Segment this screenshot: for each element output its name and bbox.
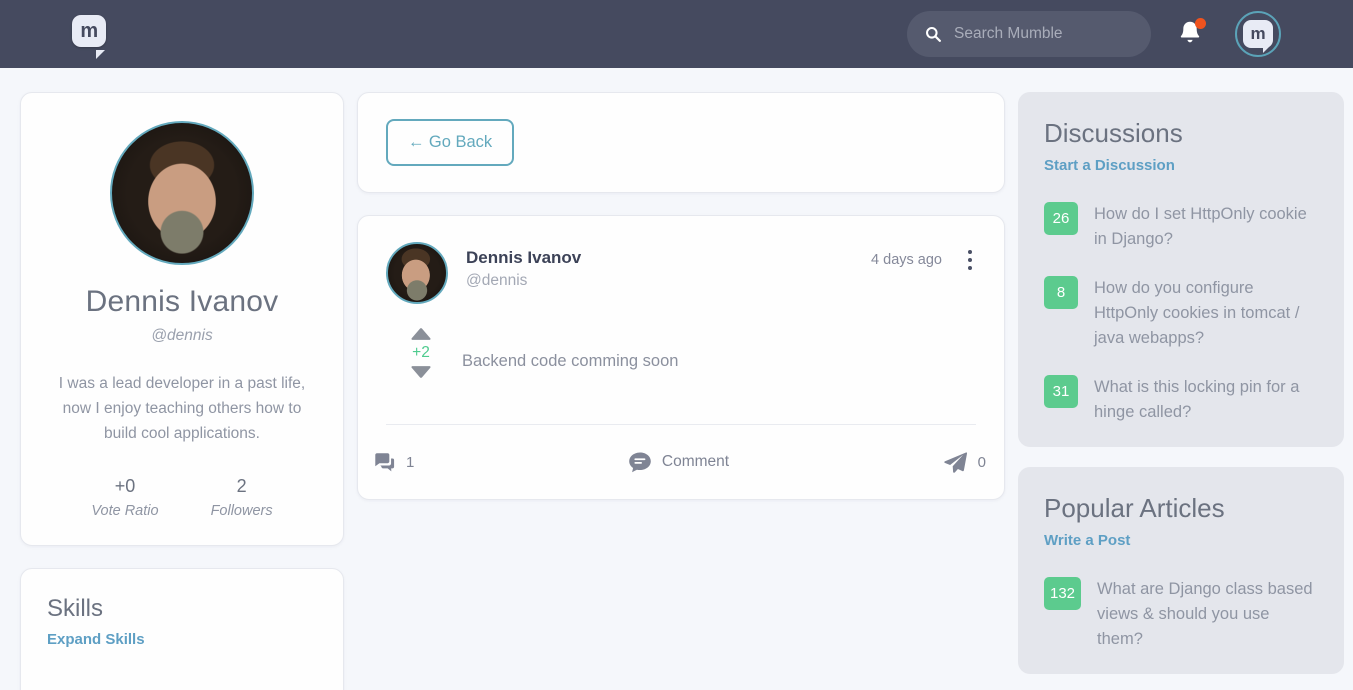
upvote-arrow-icon[interactable] [409, 326, 433, 340]
comments-icon [373, 453, 395, 472]
navbar-right-group: Search Mumble m [907, 0, 1353, 68]
comment-button[interactable]: Comment [628, 451, 729, 474]
left-sidebar: Dennis Ivanov @dennis I was a lead devel… [20, 92, 344, 690]
top-navbar: m Search Mumble m [0, 0, 1353, 68]
search-placeholder: Search Mumble [954, 25, 1063, 42]
post-text: Backend code comming soon [462, 352, 679, 370]
kebab-dot [968, 258, 972, 262]
go-back-card: ← Go Back [357, 92, 1005, 193]
expand-skills-link[interactable]: Expand Skills [47, 631, 317, 648]
comment-label: Comment [661, 453, 730, 470]
profile-bio: I was a lead developer in a past life, n… [58, 375, 306, 442]
mumble-logo-letter: m [72, 15, 106, 47]
post-timestamp: 4 days ago [871, 252, 942, 268]
popular-articles-list: 132 What are Django class based views & … [1044, 577, 1318, 652]
main-feed: ← Go Back Dennis Ivanov @dennis 4 days a… [357, 92, 1005, 500]
skills-title: Skills [47, 595, 104, 622]
search-icon [926, 26, 941, 42]
post-content: Dennis Ivanov @dennis 4 days ago +2 Back… [358, 216, 1004, 425]
stat-followers: 2 Followers [211, 476, 273, 519]
post-body: +2 Backend code comming soon [386, 326, 976, 380]
stat-vote-ratio-value: +0 [114, 476, 136, 496]
post-card: Dennis Ivanov @dennis 4 days ago +2 Back… [357, 215, 1005, 500]
list-item-text: How do you configure HttpOnly cookies in… [1094, 279, 1300, 347]
search-input[interactable]: Search Mumble [907, 11, 1151, 57]
notifications-button[interactable] [1177, 18, 1206, 49]
comments-count: 1 [406, 453, 415, 471]
post-author-handle: @dennis [466, 272, 528, 289]
post-author-name[interactable]: Dennis Ivanov [466, 248, 581, 268]
post-author-block: Dennis Ivanov @dennis [466, 242, 581, 290]
vote-column: +2 [404, 326, 438, 380]
post-author-avatar[interactable] [386, 242, 448, 304]
list-item[interactable]: 8 How do you configure HttpOnly cookies … [1044, 276, 1318, 351]
stat-vote-ratio: +0 Vote Ratio [91, 476, 158, 519]
stat-followers-label: Followers [210, 503, 273, 519]
discussions-list: 26 How do I set HttpOnly cookie in Djang… [1044, 202, 1318, 425]
stat-followers-value: 2 [236, 476, 247, 496]
list-item[interactable]: 132 What are Django class based views & … [1044, 577, 1318, 652]
vote-count: +2 [412, 344, 430, 361]
mumble-logo-tail [96, 50, 105, 59]
vote-badge: 8 [1044, 276, 1078, 309]
profile-stats: +0 Vote Ratio 2 Followers [43, 476, 321, 519]
share-button[interactable]: 0 [943, 451, 986, 474]
kebab-menu-icon[interactable] [966, 248, 974, 276]
list-item-text: What are Django class based views & shou… [1097, 580, 1313, 648]
page-content: Dennis Ivanov @dennis I was a lead devel… [0, 68, 1353, 690]
profile-photo [110, 121, 254, 265]
share-count: 0 [977, 453, 986, 471]
vote-badge: 132 [1044, 577, 1082, 610]
user-avatar-button[interactable]: m [1235, 11, 1281, 57]
discussions-panel: Discussions Start a Discussion 26 How do… [1018, 92, 1344, 447]
list-item-text: How do I set HttpOnly cookie in Django? [1094, 205, 1307, 248]
popular-articles-title: Popular Articles [1044, 493, 1225, 523]
list-item-text: What is this locking pin for a hinge cal… [1094, 378, 1300, 421]
discussions-title: Discussions [1044, 118, 1183, 148]
profile-name: Dennis Ivanov [85, 285, 279, 318]
skills-card: Skills Expand Skills [20, 568, 344, 690]
list-item[interactable]: 26 How do I set HttpOnly cookie in Djang… [1044, 202, 1318, 252]
profile-handle: @dennis [151, 327, 213, 344]
popular-articles-panel: Popular Articles Write a Post 132 What a… [1018, 467, 1344, 674]
share-paper-plane-icon [943, 451, 967, 473]
stat-vote-ratio-label: Vote Ratio [91, 503, 159, 519]
notification-badge-dot [1195, 18, 1206, 29]
mumble-logo[interactable]: m [72, 15, 108, 59]
post-header: Dennis Ivanov @dennis 4 days ago [386, 242, 976, 304]
kebab-dot [968, 250, 972, 254]
comments-count-button[interactable]: 1 [372, 451, 414, 473]
list-item[interactable]: 31 What is this locking pin for a hinge … [1044, 375, 1318, 425]
user-avatar-letter: m [1243, 20, 1273, 53]
write-post-link[interactable]: Write a Post [1044, 532, 1318, 549]
vote-badge: 31 [1044, 375, 1078, 408]
post-actions: 1 Comment 0 [358, 425, 1004, 499]
comment-bubble-icon [629, 452, 651, 472]
kebab-dot [968, 266, 972, 270]
vote-badge: 26 [1044, 202, 1078, 235]
right-sidebar: Discussions Start a Discussion 26 How do… [1018, 92, 1344, 690]
profile-card: Dennis Ivanov @dennis I was a lead devel… [20, 92, 344, 546]
go-back-button[interactable]: ← Go Back [386, 119, 514, 166]
downvote-arrow-icon[interactable] [409, 366, 433, 380]
start-discussion-link[interactable]: Start a Discussion [1044, 157, 1318, 174]
